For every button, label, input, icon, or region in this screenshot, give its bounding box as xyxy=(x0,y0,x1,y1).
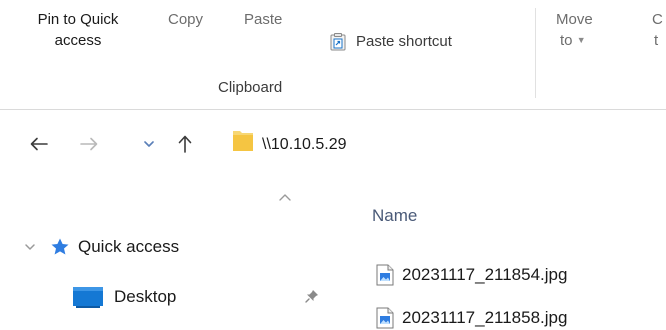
ribbon-top-strip xyxy=(0,0,666,8)
star-icon xyxy=(51,238,69,255)
file-row[interactable]: 20231117_211854.jpg xyxy=(376,262,567,288)
pin-to-quick-access-button[interactable]: Pin to Quick access xyxy=(0,8,156,66)
up-arrow-icon xyxy=(178,135,192,153)
sort-ascending-caret-icon xyxy=(279,194,291,201)
copy-to-label-line2: t xyxy=(654,32,659,49)
ribbon-group-divider xyxy=(535,8,536,98)
copy-to-button[interactable]: C t xyxy=(640,8,666,66)
expand-chevron-icon xyxy=(25,244,35,250)
folder-icon xyxy=(233,131,253,151)
ribbon: Pin to Quick access Copy Paste Paste sho… xyxy=(0,0,666,110)
nav-item-desktop[interactable]: Desktop xyxy=(72,284,176,310)
pin-to-quick-access-label-line2: access xyxy=(54,32,102,49)
up-button[interactable] xyxy=(172,129,198,159)
move-to-dropdown-icon: ▼ xyxy=(576,35,586,45)
copy-label: Copy xyxy=(168,11,204,28)
forward-arrow-icon xyxy=(80,137,98,151)
nav-item-desktop-label: Desktop xyxy=(114,287,177,306)
file-row[interactable]: 20231117_211858.jpg xyxy=(376,305,567,330)
paste-button[interactable]: Paste xyxy=(236,8,302,66)
image-file-icon xyxy=(376,264,394,286)
back-button[interactable] xyxy=(26,129,52,159)
address-path-text: \\10.10.5.29 xyxy=(262,136,347,153)
move-to-label-line2: to xyxy=(560,32,573,49)
paste-shortcut-label: Paste shortcut xyxy=(356,33,452,50)
pin-to-quick-access-label-line1: Pin to Quick xyxy=(37,11,119,28)
move-to-label-line1: Move xyxy=(556,11,593,28)
column-header-name[interactable]: Name xyxy=(372,206,417,226)
desktop-icon xyxy=(73,287,103,308)
move-to-button[interactable]: Move to ▼ xyxy=(548,8,608,66)
clipboard-group-label: Clipboard xyxy=(218,79,283,96)
paste-shortcut-icon xyxy=(330,33,346,51)
copy-button[interactable]: Copy xyxy=(160,8,220,66)
file-name: 20231117_211858.jpg xyxy=(402,308,568,327)
nav-item-quick-access[interactable]: Quick access xyxy=(24,234,179,260)
file-explorer-window: Pin to Quick access Copy Paste Paste sho… xyxy=(0,0,666,330)
recent-locations-chevron-icon xyxy=(144,141,154,147)
copy-to-label-line1: C xyxy=(652,11,663,28)
forward-button[interactable] xyxy=(76,129,102,159)
back-arrow-icon xyxy=(30,137,48,151)
file-name: 20231117_211854.jpg xyxy=(402,265,568,284)
paste-label: Paste xyxy=(244,11,283,28)
nav-item-quick-access-label: Quick access xyxy=(78,237,180,256)
recent-locations-button[interactable] xyxy=(140,129,158,159)
pin-icon[interactable] xyxy=(304,288,320,304)
image-file-icon xyxy=(376,307,394,329)
